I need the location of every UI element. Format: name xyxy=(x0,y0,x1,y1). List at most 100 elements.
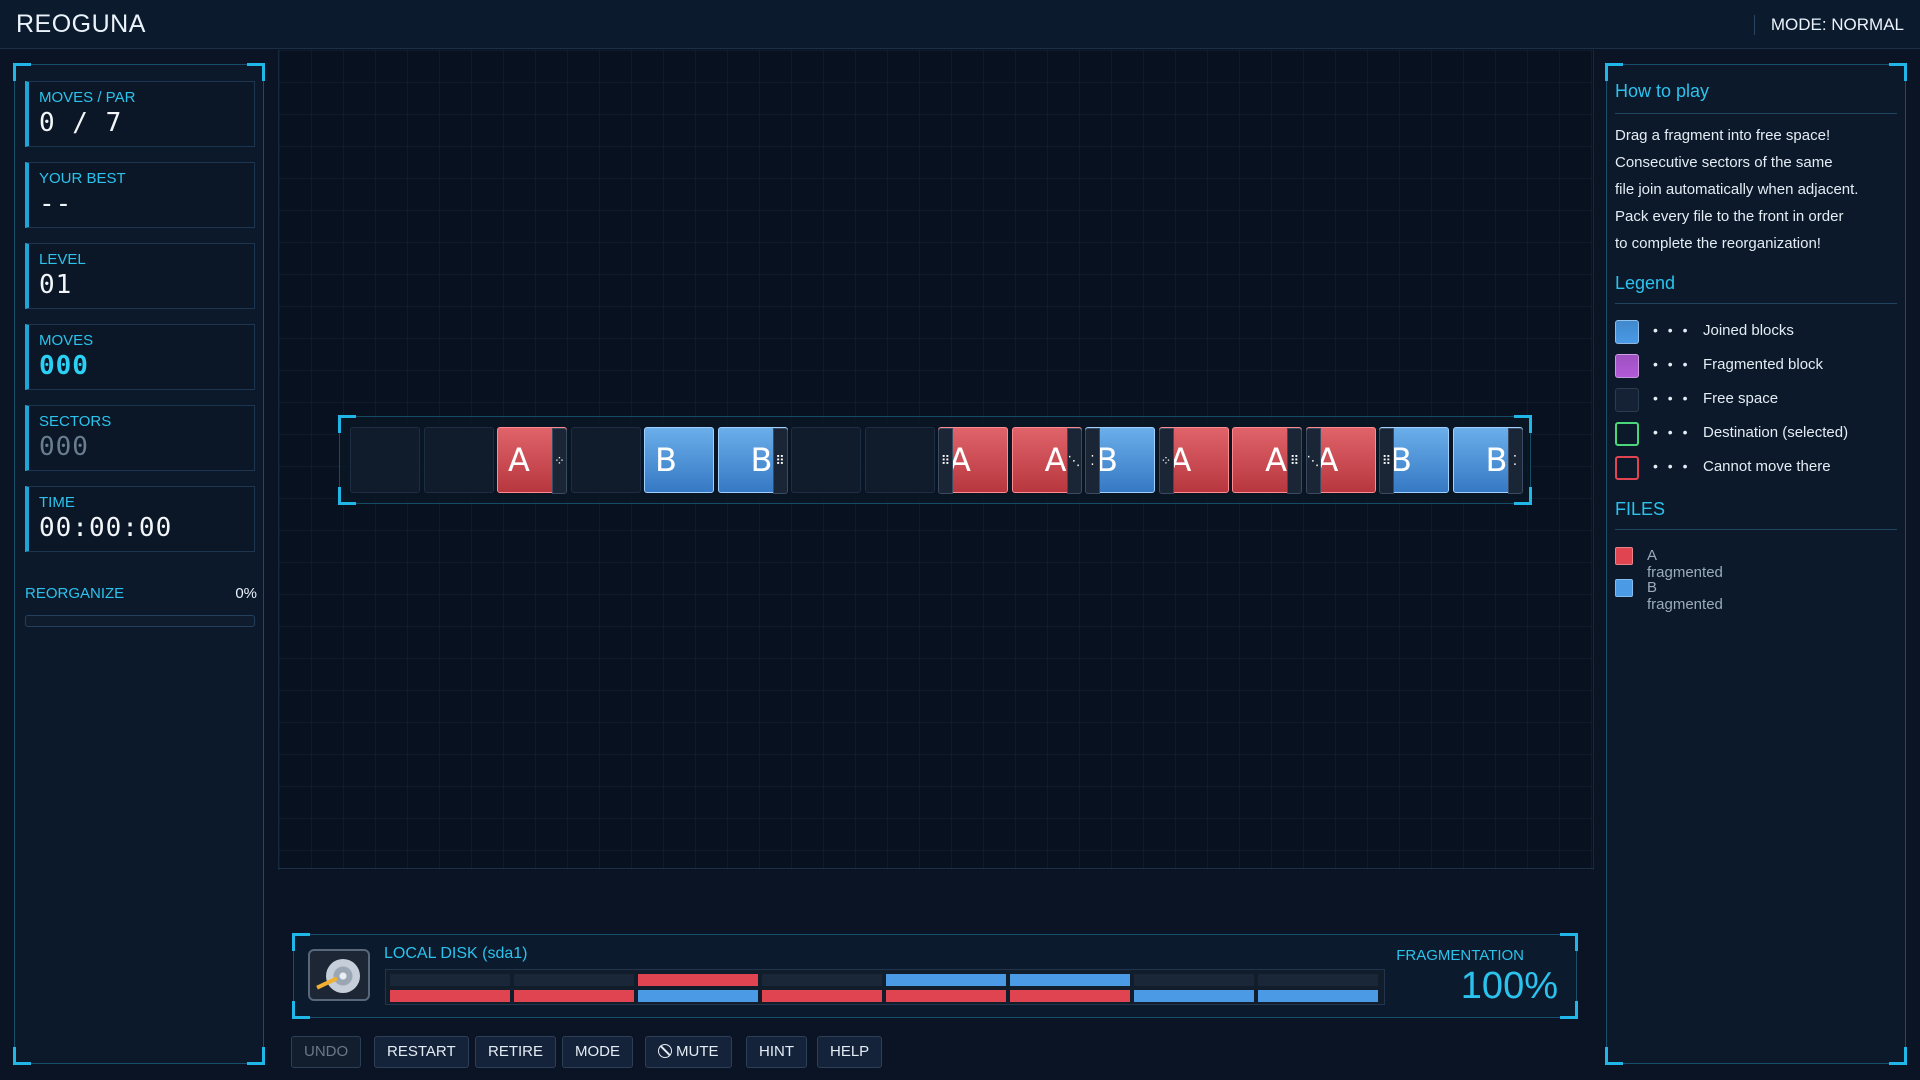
file-a-sector[interactable]: A ⠿ xyxy=(1232,427,1302,494)
stat-label: SECTORS xyxy=(39,413,112,430)
disk-map-sector xyxy=(762,974,882,986)
stat-label: MOVES / PAR xyxy=(39,89,136,106)
reorganize-label: REORGANIZE xyxy=(25,585,125,602)
button-label: HELP xyxy=(830,1043,870,1060)
drag-handle-icon[interactable]: ⁘ xyxy=(1158,428,1174,494)
sector-letter: A xyxy=(1044,441,1067,479)
disk-map-sector xyxy=(638,990,758,1002)
file-a-sector[interactable]: A ⋱ xyxy=(1305,427,1376,494)
mute-button[interactable]: MUTE xyxy=(645,1036,732,1068)
drag-handle-icon[interactable]: ⋱ xyxy=(1305,428,1321,494)
drag-handle-icon[interactable]: ⠿ xyxy=(1287,428,1302,494)
free-sector xyxy=(864,427,935,493)
file-b-sector[interactable]: B xyxy=(644,427,714,493)
disk-map-sector xyxy=(1258,974,1378,986)
legend-dots: • • • xyxy=(1653,458,1691,474)
disk-map xyxy=(385,969,1385,1005)
stat-value: -- xyxy=(39,189,73,219)
sector-letter: A xyxy=(1265,441,1287,479)
drag-handle-icon[interactable]: ⠿ xyxy=(938,428,953,494)
stat-value: 000 xyxy=(39,351,89,381)
button-label: MODE xyxy=(575,1043,620,1060)
drag-handle-icon[interactable]: ⋱ xyxy=(1066,428,1082,494)
drag-handle-icon[interactable]: ⁚ xyxy=(1085,428,1100,494)
drag-handle-icon[interactable]: ⁘ xyxy=(552,428,567,494)
app-title: REOGUNA xyxy=(16,10,146,38)
file-a-sector[interactable]: A ⁘ xyxy=(1158,427,1229,494)
help-panel: How to play Drag a fragment into free sp… xyxy=(1605,63,1907,1065)
disk-map-sector xyxy=(1010,974,1130,986)
sector-track: A ⁘ B B ⠿ A ⠿ A ⋱ B ⁚ A ⁘ A ⠿ A ⋱ B ⠿ B ⁚ xyxy=(338,415,1532,505)
sector-letter: A xyxy=(508,441,530,479)
drag-handle-icon[interactable]: ⠿ xyxy=(772,428,788,494)
button-label: RESTART xyxy=(387,1043,456,1060)
stat-card: SECTORS 000 xyxy=(25,405,255,471)
mode-indicator: MODE: NORMAL xyxy=(1753,15,1904,35)
files-title: FILES xyxy=(1615,499,1666,519)
file-a-sector[interactable]: A ⋱ xyxy=(1011,427,1082,494)
disk-map-sector xyxy=(1258,990,1378,1002)
stat-card: LEVEL 01 xyxy=(25,243,255,309)
file-b-sector[interactable]: B ⁚ xyxy=(1452,427,1523,494)
stat-value: 01 xyxy=(39,270,73,300)
disk-map-sector xyxy=(1134,974,1254,986)
help-text: Consecutive sectors of the same xyxy=(1615,154,1833,171)
stat-value: 0 / 7 xyxy=(39,108,123,138)
file-a-sector[interactable]: A ⠿ xyxy=(938,427,1008,494)
file-b-sector[interactable]: B ⁚ xyxy=(1085,427,1155,494)
disk-map-sector xyxy=(886,990,1006,1002)
free-sector xyxy=(423,427,494,493)
button-label: MUTE xyxy=(676,1043,719,1060)
legend-item: • • • Fragmented block xyxy=(1615,354,1897,378)
stat-card: MOVES / PAR 0 / 7 xyxy=(25,81,255,147)
disk-map-sector xyxy=(1010,990,1130,1002)
disk-map-sector xyxy=(638,974,758,986)
legend-item: • • • Joined blocks xyxy=(1615,320,1897,344)
help-title: How to play xyxy=(1615,81,1710,101)
undo-button[interactable]: UNDO xyxy=(291,1036,362,1068)
legend-label: Free space xyxy=(1703,390,1779,407)
button-label: HINT xyxy=(759,1043,794,1060)
file-a-sector[interactable]: A ⁘ xyxy=(497,427,567,494)
legend-label: Joined blocks xyxy=(1703,322,1794,339)
file-b-sector[interactable]: B ⠿ xyxy=(717,427,788,494)
drag-handle-icon[interactable]: ⠿ xyxy=(1379,428,1394,494)
button-label: UNDO xyxy=(304,1043,349,1060)
legend-item: • • • Free space xyxy=(1615,388,1897,412)
disk-map-sector xyxy=(1134,990,1254,1002)
legend-item: • • • Destination (selected) xyxy=(1615,422,1897,446)
legend-swatch xyxy=(1615,456,1639,480)
mode-button[interactable]: MODE xyxy=(562,1036,633,1068)
free-sector xyxy=(570,427,641,493)
help-text: Pack every file to the front in order xyxy=(1615,208,1844,225)
help-button[interactable]: HELP xyxy=(817,1036,883,1068)
restart-button[interactable]: RESTART xyxy=(374,1036,469,1068)
free-sector xyxy=(791,427,861,493)
sector-letter: B xyxy=(750,441,773,479)
help-text: to complete the reorganization! xyxy=(1615,235,1821,252)
retire-button[interactable]: RETIRE xyxy=(475,1036,557,1068)
reorganize-progress-bar xyxy=(25,615,255,627)
mute-icon xyxy=(658,1044,672,1058)
divider xyxy=(1615,529,1897,530)
legend-swatch xyxy=(1615,354,1639,378)
legend-dots: • • • xyxy=(1653,356,1691,372)
top-bar: REOGUNA MODE: NORMAL xyxy=(0,0,1920,49)
disk-map-sector xyxy=(390,974,510,986)
stat-label: TIME xyxy=(39,494,75,511)
hint-button[interactable]: HINT xyxy=(746,1036,807,1068)
legend-label: Destination (selected) xyxy=(1703,424,1849,441)
file-label: A fragmented xyxy=(1647,547,1723,581)
file-swatch xyxy=(1615,547,1633,565)
stat-label: YOUR BEST xyxy=(39,170,126,187)
disk-map-sector xyxy=(514,990,634,1002)
file-b-sector[interactable]: B ⠿ xyxy=(1379,427,1449,494)
legend-label: Fragmented block xyxy=(1703,356,1824,373)
stat-card: YOUR BEST -- xyxy=(25,162,255,228)
file-label: B fragmented xyxy=(1647,579,1723,613)
drag-handle-icon[interactable]: ⁚ xyxy=(1507,428,1523,494)
disk-map-sector xyxy=(762,990,882,1002)
legend-title: Legend xyxy=(1615,273,1676,293)
stats-panel: MOVES / PAR 0 / 7 YOUR BEST -- LEVEL 01 MOVES 0… xyxy=(13,63,265,1065)
disk-map-sector xyxy=(886,974,1006,986)
